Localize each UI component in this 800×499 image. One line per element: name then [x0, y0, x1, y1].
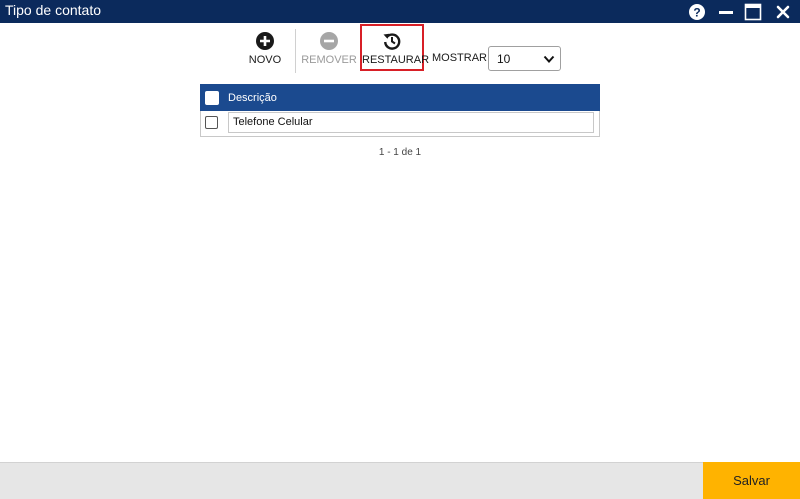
- records-table: Descrição Telefone Celular: [200, 84, 600, 137]
- restaurar-label: RESTAURAR: [362, 54, 430, 66]
- footer-bar: [0, 462, 800, 499]
- toolbar-divider: [295, 29, 296, 73]
- remover-label: REMOVER: [301, 54, 357, 66]
- window-title: Tipo de contato: [5, 2, 101, 18]
- pagination-info: 1 - 1 de 1: [378, 147, 422, 158]
- descricao-cell-input[interactable]: Telefone Celular: [228, 112, 594, 133]
- minus-circle-icon: [320, 32, 338, 50]
- svg-text:?: ?: [693, 6, 700, 20]
- toolbar: NOVO REMOVER RESTAURAR MOSTRAR: 10: [0, 24, 800, 76]
- page-size-value: 10: [497, 52, 511, 66]
- plus-circle-icon: [256, 32, 274, 50]
- help-icon[interactable]: ?: [688, 3, 706, 21]
- novo-label: NOVO: [248, 54, 282, 66]
- history-icon: [383, 33, 401, 50]
- remover-button[interactable]: REMOVER: [301, 30, 357, 72]
- select-all-checkbox[interactable]: [205, 91, 219, 105]
- page-size-select[interactable]: 10: [488, 46, 561, 71]
- minimize-icon[interactable]: [717, 3, 735, 21]
- table-row[interactable]: Telefone Celular: [201, 111, 599, 137]
- column-header-descricao: Descrição: [228, 92, 277, 104]
- save-button[interactable]: Salvar: [703, 462, 800, 499]
- table-header: Descrição: [200, 84, 600, 111]
- title-bar: Tipo de contato ?: [0, 0, 800, 23]
- restaurar-button[interactable]: RESTAURAR: [360, 24, 430, 71]
- chevron-down-icon: [543, 55, 555, 63]
- row-checkbox[interactable]: [205, 116, 218, 129]
- dialog-window: Tipo de contato ? NOVO REMOVER RESTAURAR…: [0, 0, 800, 499]
- novo-button[interactable]: NOVO: [244, 30, 286, 72]
- maximize-icon[interactable]: [744, 3, 762, 21]
- mostrar-label: MOSTRAR:: [432, 52, 491, 64]
- close-icon[interactable]: [774, 3, 792, 21]
